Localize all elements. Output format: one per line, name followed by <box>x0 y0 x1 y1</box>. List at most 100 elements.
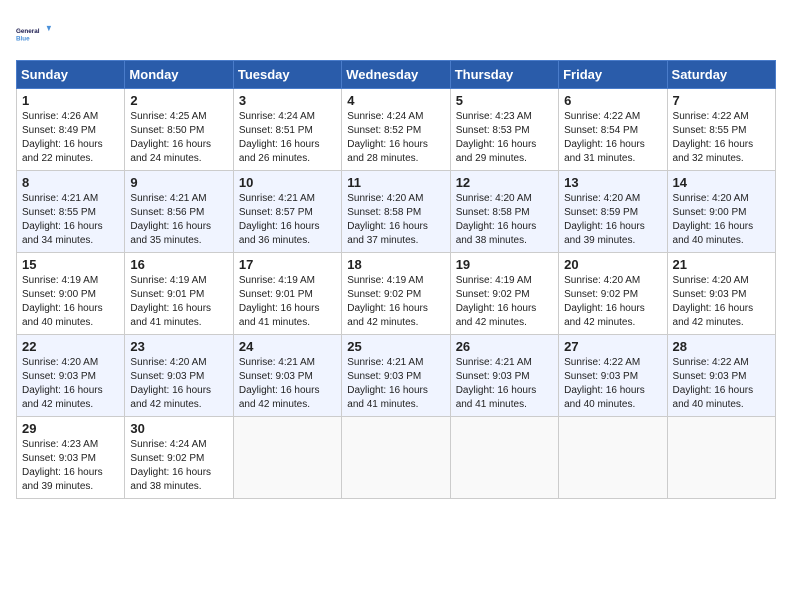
day-number: 26 <box>456 339 553 354</box>
column-header-tuesday: Tuesday <box>233 61 341 89</box>
day-number: 11 <box>347 175 444 190</box>
day-number: 19 <box>456 257 553 272</box>
day-info: Sunrise: 4:20 AM Sunset: 9:03 PM Dayligh… <box>130 356 227 412</box>
calendar-cell: 18 Sunrise: 4:19 AM Sunset: 9:02 PM Dayli… <box>342 253 450 335</box>
page-header: GeneralBlue <box>16 16 776 52</box>
day-info: Sunrise: 4:24 AM Sunset: 9:02 PM Dayligh… <box>130 438 227 494</box>
day-info: Sunrise: 4:20 AM Sunset: 8:58 PM Dayligh… <box>347 192 444 248</box>
day-number: 20 <box>564 257 661 272</box>
day-info: Sunrise: 4:20 AM Sunset: 8:58 PM Dayligh… <box>456 192 553 248</box>
day-number: 3 <box>239 93 336 108</box>
logo-icon: GeneralBlue <box>16 16 52 52</box>
day-number: 30 <box>130 421 227 436</box>
day-number: 15 <box>22 257 119 272</box>
calendar-cell: 26 Sunrise: 4:21 AM Sunset: 9:03 PM Dayli… <box>450 335 558 417</box>
calendar-cell: 4Sunrise: 4:24 AM Sunset: 8:52 PM Daylig… <box>342 89 450 171</box>
day-info: Sunrise: 4:20 AM Sunset: 9:00 PM Dayligh… <box>673 192 770 248</box>
calendar-cell <box>559 417 667 499</box>
column-header-friday: Friday <box>559 61 667 89</box>
day-number: 17 <box>239 257 336 272</box>
day-info: Sunrise: 4:19 AM Sunset: 9:01 PM Dayligh… <box>239 274 336 330</box>
day-number: 16 <box>130 257 227 272</box>
calendar-cell: 29 Sunrise: 4:23 AM Sunset: 9:03 PM Dayli… <box>17 417 125 499</box>
calendar-header-row: SundayMondayTuesdayWednesdayThursdayFrid… <box>17 61 776 89</box>
day-info: Sunrise: 4:20 AM Sunset: 9:02 PM Dayligh… <box>564 274 661 330</box>
svg-text:General: General <box>16 28 40 35</box>
calendar-cell: 30 Sunrise: 4:24 AM Sunset: 9:02 PM Dayli… <box>125 417 233 499</box>
day-info: Sunrise: 4:19 AM Sunset: 9:02 PM Dayligh… <box>347 274 444 330</box>
calendar-cell: 15 Sunrise: 4:19 AM Sunset: 9:00 PM Dayli… <box>17 253 125 335</box>
day-info: Sunrise: 4:21 AM Sunset: 8:56 PM Dayligh… <box>130 192 227 248</box>
calendar-cell <box>342 417 450 499</box>
day-number: 9 <box>130 175 227 190</box>
calendar-cell <box>667 417 775 499</box>
day-info: Sunrise: 4:23 AM Sunset: 8:53 PM Dayligh… <box>456 110 553 166</box>
day-number: 12 <box>456 175 553 190</box>
day-number: 10 <box>239 175 336 190</box>
day-info: Sunrise: 4:21 AM Sunset: 8:57 PM Dayligh… <box>239 192 336 248</box>
day-number: 5 <box>456 93 553 108</box>
day-number: 27 <box>564 339 661 354</box>
calendar-cell: 2Sunrise: 4:25 AM Sunset: 8:50 PM Daylig… <box>125 89 233 171</box>
day-info: Sunrise: 4:22 AM Sunset: 8:55 PM Dayligh… <box>673 110 770 166</box>
column-header-saturday: Saturday <box>667 61 775 89</box>
day-number: 1 <box>22 93 119 108</box>
calendar-cell: 6 Sunrise: 4:22 AM Sunset: 8:54 PM Daylig… <box>559 89 667 171</box>
calendar-cell: 20 Sunrise: 4:20 AM Sunset: 9:02 PM Dayli… <box>559 253 667 335</box>
calendar-cell: 12 Sunrise: 4:20 AM Sunset: 8:58 PM Dayli… <box>450 171 558 253</box>
calendar-week-2: 8Sunrise: 4:21 AM Sunset: 8:55 PM Daylig… <box>17 171 776 253</box>
day-info: Sunrise: 4:21 AM Sunset: 8:55 PM Dayligh… <box>22 192 119 248</box>
day-number: 22 <box>22 339 119 354</box>
calendar-cell: 23Sunrise: 4:20 AM Sunset: 9:03 PM Dayli… <box>125 335 233 417</box>
calendar-cell: 27 Sunrise: 4:22 AM Sunset: 9:03 PM Dayli… <box>559 335 667 417</box>
day-number: 21 <box>673 257 770 272</box>
calendar-cell: 14 Sunrise: 4:20 AM Sunset: 9:00 PM Dayli… <box>667 171 775 253</box>
day-info: Sunrise: 4:19 AM Sunset: 9:01 PM Dayligh… <box>130 274 227 330</box>
day-number: 29 <box>22 421 119 436</box>
day-info: Sunrise: 4:22 AM Sunset: 8:54 PM Dayligh… <box>564 110 661 166</box>
column-header-thursday: Thursday <box>450 61 558 89</box>
calendar-cell: 13Sunrise: 4:20 AM Sunset: 8:59 PM Dayli… <box>559 171 667 253</box>
calendar-cell: 22 Sunrise: 4:20 AM Sunset: 9:03 PM Dayli… <box>17 335 125 417</box>
calendar-cell: 8Sunrise: 4:21 AM Sunset: 8:55 PM Daylig… <box>17 171 125 253</box>
calendar-cell <box>233 417 341 499</box>
calendar-cell: 28Sunrise: 4:22 AM Sunset: 9:03 PM Dayli… <box>667 335 775 417</box>
column-header-monday: Monday <box>125 61 233 89</box>
calendar-cell: 3Sunrise: 4:24 AM Sunset: 8:51 PM Daylig… <box>233 89 341 171</box>
day-number: 24 <box>239 339 336 354</box>
calendar-cell: 5 Sunrise: 4:23 AM Sunset: 8:53 PM Daylig… <box>450 89 558 171</box>
day-info: Sunrise: 4:20 AM Sunset: 9:03 PM Dayligh… <box>22 356 119 412</box>
day-number: 18 <box>347 257 444 272</box>
calendar-cell <box>450 417 558 499</box>
day-number: 6 <box>564 93 661 108</box>
day-info: Sunrise: 4:21 AM Sunset: 9:03 PM Dayligh… <box>456 356 553 412</box>
calendar-cell: 11 Sunrise: 4:20 AM Sunset: 8:58 PM Dayli… <box>342 171 450 253</box>
day-number: 2 <box>130 93 227 108</box>
calendar-cell: 24Sunrise: 4:21 AM Sunset: 9:03 PM Dayli… <box>233 335 341 417</box>
calendar-week-4: 22 Sunrise: 4:20 AM Sunset: 9:03 PM Dayli… <box>17 335 776 417</box>
calendar-cell: 16 Sunrise: 4:19 AM Sunset: 9:01 PM Dayli… <box>125 253 233 335</box>
day-number: 14 <box>673 175 770 190</box>
calendar-cell: 7 Sunrise: 4:22 AM Sunset: 8:55 PM Daylig… <box>667 89 775 171</box>
column-header-sunday: Sunday <box>17 61 125 89</box>
calendar-week-1: 1 Sunrise: 4:26 AM Sunset: 8:49 PM Daylig… <box>17 89 776 171</box>
column-header-wednesday: Wednesday <box>342 61 450 89</box>
day-info: Sunrise: 4:21 AM Sunset: 9:03 PM Dayligh… <box>347 356 444 412</box>
svg-text:Blue: Blue <box>16 35 30 42</box>
calendar-week-3: 15 Sunrise: 4:19 AM Sunset: 9:00 PM Dayli… <box>17 253 776 335</box>
calendar-cell: 1 Sunrise: 4:26 AM Sunset: 8:49 PM Daylig… <box>17 89 125 171</box>
day-number: 25 <box>347 339 444 354</box>
day-info: Sunrise: 4:22 AM Sunset: 9:03 PM Dayligh… <box>564 356 661 412</box>
calendar-cell: 21 Sunrise: 4:20 AM Sunset: 9:03 PM Dayli… <box>667 253 775 335</box>
day-info: Sunrise: 4:19 AM Sunset: 9:00 PM Dayligh… <box>22 274 119 330</box>
calendar-cell: 19Sunrise: 4:19 AM Sunset: 9:02 PM Dayli… <box>450 253 558 335</box>
day-number: 28 <box>673 339 770 354</box>
day-number: 7 <box>673 93 770 108</box>
day-info: Sunrise: 4:23 AM Sunset: 9:03 PM Dayligh… <box>22 438 119 494</box>
day-info: Sunrise: 4:20 AM Sunset: 8:59 PM Dayligh… <box>564 192 661 248</box>
day-info: Sunrise: 4:20 AM Sunset: 9:03 PM Dayligh… <box>673 274 770 330</box>
logo: GeneralBlue <box>16 16 52 52</box>
calendar-cell: 25 Sunrise: 4:21 AM Sunset: 9:03 PM Dayli… <box>342 335 450 417</box>
day-info: Sunrise: 4:26 AM Sunset: 8:49 PM Dayligh… <box>22 110 119 166</box>
calendar-cell: 17 Sunrise: 4:19 AM Sunset: 9:01 PM Dayli… <box>233 253 341 335</box>
